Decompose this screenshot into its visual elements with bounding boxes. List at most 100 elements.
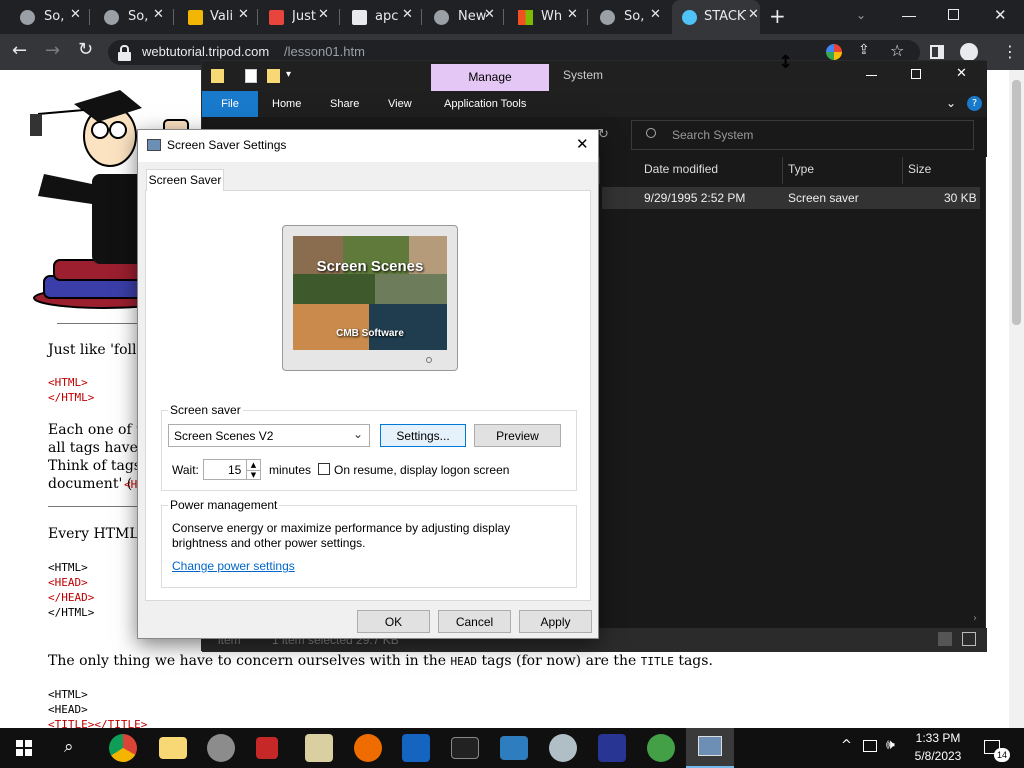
details-view-icon[interactable] xyxy=(938,632,952,646)
stepper-up-icon[interactable]: ▲ xyxy=(246,460,260,470)
help-icon[interactable]: ? xyxy=(967,96,982,111)
ribbon-expand-chevron-icon[interactable]: ⌄ xyxy=(946,96,956,110)
url-host: webtutorial.tripod.com xyxy=(142,44,270,59)
search-icon[interactable]: ⌕ xyxy=(64,737,74,757)
restore-window-icon[interactable] xyxy=(948,9,959,20)
browser-tab[interactable]: Wh ✕ xyxy=(512,0,588,34)
explorer-search-box[interactable]: Search System xyxy=(631,120,974,150)
image-viewer-taskbar-icon[interactable] xyxy=(500,736,528,760)
ribbon-tab-file[interactable]: File xyxy=(202,91,258,117)
stepper-down-icon[interactable]: ▼ xyxy=(246,470,260,479)
file-explorer-taskbar-icon[interactable] xyxy=(159,737,187,759)
apply-button[interactable]: Apply xyxy=(519,610,592,633)
dialog-close-icon[interactable]: ✕ xyxy=(576,135,589,153)
clock-date[interactable]: 5/8/2023 xyxy=(912,749,964,763)
terminal-taskbar-icon[interactable] xyxy=(451,737,479,759)
tab-screen-saver[interactable]: Screen Saver xyxy=(146,169,224,191)
paragraph-text: document' ( xyxy=(48,476,133,492)
volume-icon[interactable]: 🕪 xyxy=(886,737,895,753)
app-taskbar-icon[interactable] xyxy=(354,734,382,762)
browser-tab[interactable]: So, ✕ xyxy=(594,0,670,34)
scroll-right-arrow-icon[interactable]: › xyxy=(973,613,977,624)
tab-close-icon[interactable]: ✕ xyxy=(238,7,249,22)
ribbon-tab-application-tools[interactable]: Application Tools xyxy=(434,91,536,117)
new-folder-icon[interactable] xyxy=(267,69,280,83)
minimize-window-icon[interactable] xyxy=(902,16,916,17)
wait-minutes-stepper[interactable]: 15 ▲ ▼ xyxy=(203,459,261,480)
column-header-size[interactable]: Size xyxy=(908,162,931,176)
ribbon-tab-share[interactable]: Share xyxy=(320,91,369,117)
show-hidden-icons-chevron-icon[interactable]: ^ xyxy=(841,738,852,753)
app-taskbar-icon[interactable] xyxy=(598,734,626,762)
app-taskbar-icon[interactable] xyxy=(305,734,333,762)
tab-close-icon[interactable]: ✕ xyxy=(70,7,81,22)
bookmark-star-icon[interactable]: ☆ xyxy=(890,41,904,60)
side-panel-icon[interactable] xyxy=(930,45,944,59)
browser-tab[interactable]: Vali ✕ xyxy=(182,0,258,34)
screen-saver-select[interactable]: Screen Scenes V2 ⌄ xyxy=(168,424,370,447)
clock-time[interactable]: 1:33 PM xyxy=(914,731,962,745)
tab-title: Just xyxy=(292,9,316,24)
close-window-icon[interactable]: ✕ xyxy=(994,6,1007,24)
new-tab-button[interactable]: + xyxy=(769,4,786,28)
settings-button[interactable]: Settings... xyxy=(380,424,466,447)
paragraph-text: Every HTML xyxy=(48,526,139,542)
network-icon[interactable] xyxy=(863,740,877,752)
browser-tab[interactable]: apc ✕ xyxy=(346,0,422,34)
column-header-type[interactable]: Type xyxy=(788,162,814,176)
ribbon-tab-view[interactable]: View xyxy=(378,91,422,117)
windows-start-icon[interactable] xyxy=(16,740,32,756)
chrome-taskbar-icon[interactable] xyxy=(109,734,137,762)
refresh-icon[interactable]: ↻ xyxy=(598,127,609,142)
ribbon-context-tab-manage[interactable]: Manage xyxy=(431,64,549,91)
tab-close-icon[interactable]: ✕ xyxy=(748,7,759,22)
screen-saver-taskbar-button[interactable] xyxy=(686,728,734,768)
ribbon-context-group-label: System xyxy=(563,68,604,82)
resume-logon-checkbox[interactable] xyxy=(318,463,330,475)
tab-close-icon[interactable]: ✕ xyxy=(318,7,329,22)
reload-icon[interactable]: ↻ xyxy=(78,39,93,60)
minimize-explorer-icon[interactable] xyxy=(866,75,877,76)
ribbon-tab-home[interactable]: Home xyxy=(262,91,311,117)
ftp-taskbar-icon[interactable] xyxy=(402,734,430,762)
chrome-menu-icon[interactable]: ⋮ xyxy=(1002,42,1018,61)
forward-arrow-icon[interactable]: → xyxy=(45,40,60,61)
browser-tab-active[interactable]: STACKT ✕ xyxy=(672,0,760,34)
utility-taskbar-icon[interactable] xyxy=(207,734,235,762)
tab-close-icon[interactable]: ✕ xyxy=(484,7,495,22)
ok-button[interactable]: OK xyxy=(357,610,430,633)
browser-tab[interactable]: So, ✕ xyxy=(98,0,174,34)
browser-tab[interactable]: Just ✕ xyxy=(264,0,340,34)
cancel-button[interactable]: Cancel xyxy=(438,610,511,633)
large-icons-view-icon[interactable] xyxy=(962,632,976,646)
chevron-down-icon: ⌄ xyxy=(353,427,364,441)
tab-search-chevron-icon[interactable]: ⌄ xyxy=(856,8,866,22)
share-icon[interactable]: ⇪ xyxy=(858,42,870,58)
explorer-ribbon: File Home Share View Application Tools ⌄… xyxy=(202,91,987,117)
scrollbar-thumb[interactable] xyxy=(1012,80,1021,325)
column-header-date-modified[interactable]: Date modified xyxy=(644,162,718,176)
browser-tab[interactable]: So, ✕ xyxy=(14,0,90,34)
code-line: </HEAD> xyxy=(48,591,95,604)
tab-close-icon[interactable]: ✕ xyxy=(567,7,578,22)
maximize-explorer-icon[interactable] xyxy=(911,69,921,79)
profile-avatar-icon[interactable] xyxy=(960,43,978,61)
recycle-taskbar-icon[interactable] xyxy=(647,734,675,762)
tab-close-icon[interactable]: ✕ xyxy=(402,7,413,22)
file-row-selected[interactable]: 9/29/1995 2:52 PM Screen saver 30 KB xyxy=(602,187,980,209)
properties-icon[interactable] xyxy=(245,69,257,83)
dialog-title: Screen Saver Settings xyxy=(167,138,287,152)
tab-close-icon[interactable]: ✕ xyxy=(650,7,661,22)
change-power-settings-link[interactable]: Change power settings xyxy=(172,559,295,573)
app-taskbar-icon[interactable] xyxy=(549,734,577,762)
preview-button[interactable]: Preview xyxy=(474,424,561,447)
app-taskbar-icon[interactable] xyxy=(256,737,278,759)
back-arrow-icon[interactable]: ← xyxy=(12,40,27,61)
browser-tab[interactable]: New ✕ xyxy=(428,0,504,34)
close-explorer-icon[interactable]: ✕ xyxy=(956,66,967,81)
code-inline: <H xyxy=(124,478,138,491)
google-lens-icon[interactable] xyxy=(826,44,842,60)
tab-close-icon[interactable]: ✕ xyxy=(153,7,164,22)
quick-access-dropdown-icon[interactable]: ▾ xyxy=(286,69,291,80)
page-scrollbar[interactable] xyxy=(1009,70,1024,728)
